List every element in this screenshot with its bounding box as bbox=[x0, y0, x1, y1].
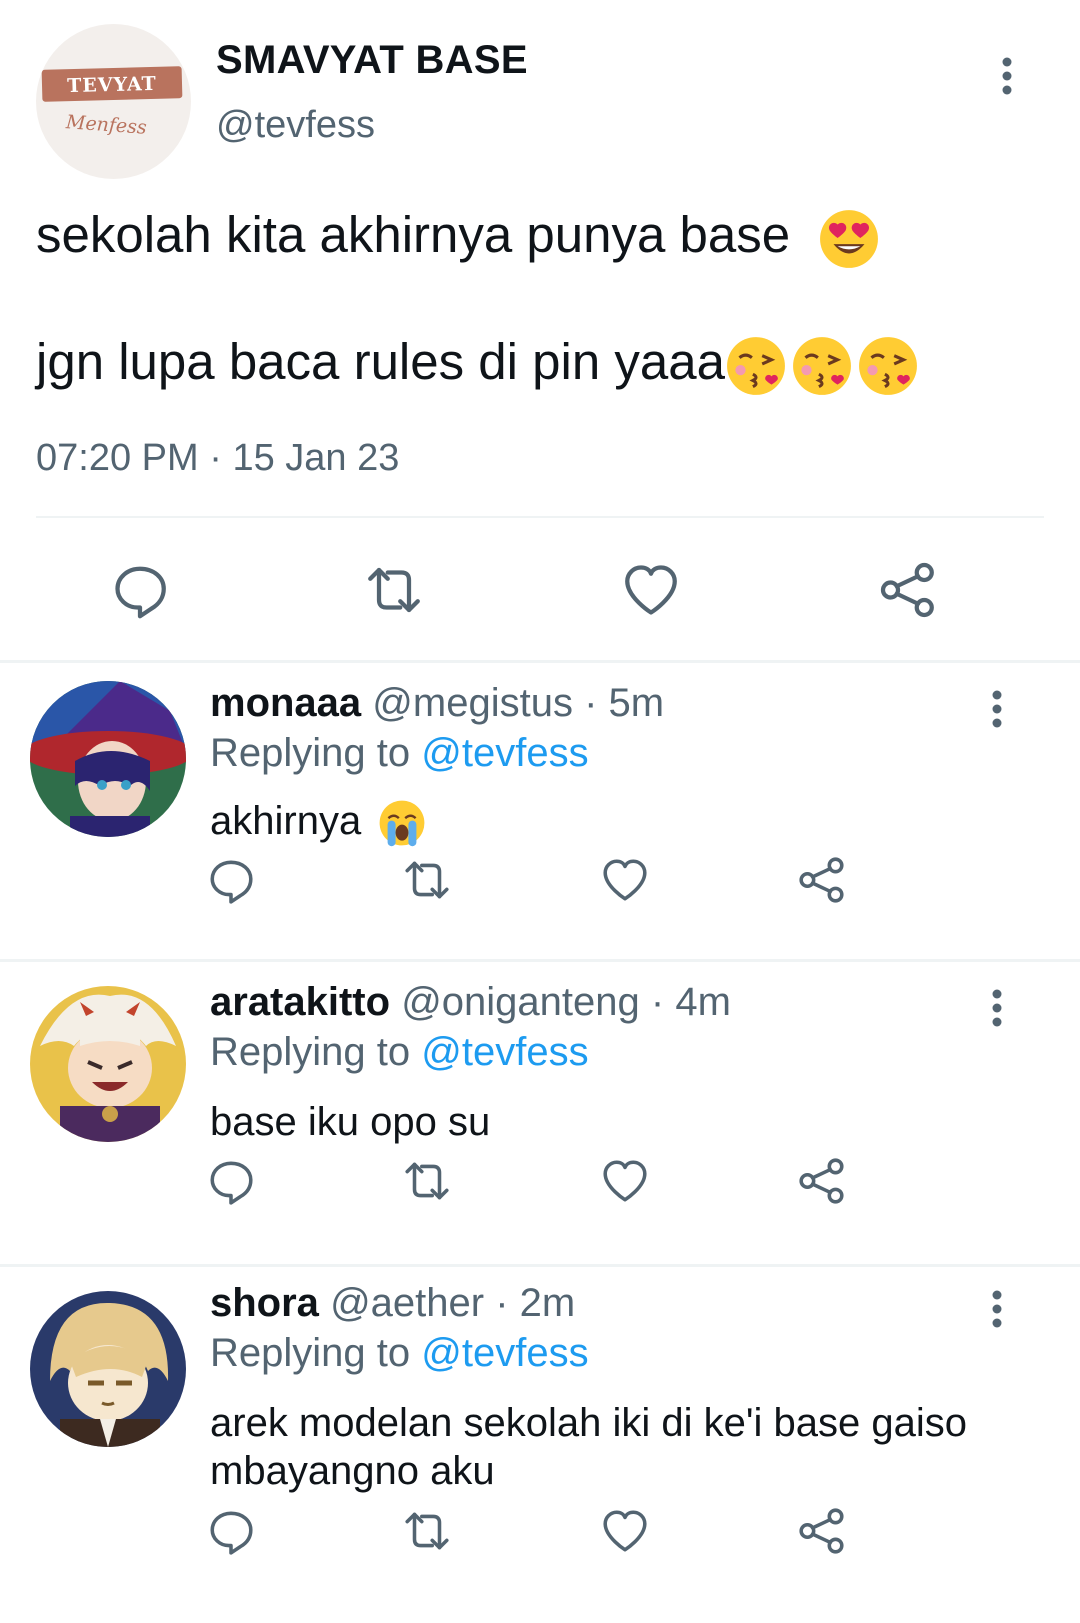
avatar[interactable] bbox=[30, 986, 186, 1142]
reply-body: akhirnya bbox=[210, 799, 362, 843]
more-options-icon[interactable] bbox=[1000, 56, 1014, 96]
reply-header: shora @aether · 2m bbox=[210, 1281, 575, 1326]
reply-icon[interactable] bbox=[206, 855, 256, 905]
kiss-emoji-icon bbox=[727, 336, 785, 395]
avatar-script-text: Menfess bbox=[65, 111, 148, 139]
replying-to-link[interactable]: @tevfess bbox=[421, 1331, 588, 1375]
main-tweet: TEVYAT Menfess SMAVYAT BASE @tevfess sek… bbox=[0, 0, 1080, 666]
kiss-emoji-icon bbox=[793, 336, 851, 395]
more-options-icon[interactable] bbox=[990, 689, 1004, 729]
handle[interactable]: @megistus bbox=[372, 681, 573, 725]
display-name[interactable]: shora bbox=[210, 1281, 319, 1325]
reply-time[interactable]: 2m bbox=[520, 1281, 576, 1325]
like-icon[interactable] bbox=[600, 855, 650, 905]
display-name[interactable]: monaaa bbox=[210, 681, 361, 725]
avatar-banner-text: TEVYAT bbox=[66, 72, 158, 98]
retweet-icon[interactable] bbox=[402, 1156, 452, 1206]
tweet-text: jgn lupa baca rules di pin yaaa bbox=[36, 333, 725, 390]
replying-to-label: Replying to bbox=[210, 731, 411, 775]
reply-tweet[interactable]: monaaa @megistus · 5m Replying to @tevfe… bbox=[0, 663, 1080, 959]
display-name[interactable]: aratakitto bbox=[210, 980, 390, 1024]
display-name[interactable]: SMAVYAT BASE bbox=[216, 38, 528, 83]
avatar[interactable] bbox=[30, 681, 186, 837]
handle[interactable]: @aether bbox=[330, 1281, 484, 1325]
retweet-icon[interactable] bbox=[402, 855, 452, 905]
handle[interactable]: @tevfess bbox=[216, 104, 375, 147]
reply-tweet[interactable]: shora @aether · 2m Replying to @tevfess … bbox=[0, 1267, 1080, 1623]
share-icon[interactable] bbox=[797, 1156, 847, 1206]
reply-icon[interactable] bbox=[206, 1506, 256, 1556]
reply-text: base iku opo su bbox=[210, 1100, 491, 1144]
more-options-icon[interactable] bbox=[990, 1289, 1004, 1329]
reply-text: akhirnya bbox=[210, 797, 1030, 847]
meta-separator: · bbox=[495, 1281, 509, 1325]
kiss-emoji-icon bbox=[859, 336, 917, 395]
avatar-banner: TEVYAT bbox=[41, 66, 183, 102]
replying-to-link[interactable]: @tevfess bbox=[421, 1030, 588, 1074]
replying-to-label: Replying to bbox=[210, 1331, 411, 1375]
reply-time[interactable]: 5m bbox=[609, 681, 665, 725]
reply-icon[interactable] bbox=[206, 1156, 256, 1206]
retweet-icon[interactable] bbox=[402, 1506, 452, 1556]
handle[interactable]: @oniganteng bbox=[401, 980, 640, 1024]
replying-to: Replying to @tevfess bbox=[210, 1331, 589, 1376]
heart-eyes-emoji-icon bbox=[820, 209, 879, 268]
share-icon[interactable] bbox=[797, 1506, 847, 1556]
replying-to-label: Replying to bbox=[210, 1030, 411, 1074]
like-icon[interactable] bbox=[600, 1506, 650, 1556]
like-icon[interactable] bbox=[600, 1156, 650, 1206]
reply-icon[interactable] bbox=[110, 560, 170, 620]
tweet-date: 15 Jan 23 bbox=[232, 437, 400, 479]
divider bbox=[36, 516, 1044, 518]
tweet-text-line-2: jgn lupa baca rules di pin yaaa bbox=[36, 331, 1036, 397]
reply-text: arek modelan sekolah iki di ke'i base ga… bbox=[210, 1401, 967, 1493]
meta-separator: · bbox=[650, 980, 665, 1024]
tweet-timestamp[interactable]: 07:20 PM · 15 Jan 23 bbox=[36, 437, 399, 480]
replying-to: Replying to @tevfess bbox=[210, 1030, 589, 1075]
reply-tweet[interactable]: aratakitto @oniganteng · 4m Replying to … bbox=[0, 962, 1080, 1262]
replying-to-link[interactable]: @tevfess bbox=[421, 731, 588, 775]
more-options-icon[interactable] bbox=[990, 988, 1004, 1028]
replying-to: Replying to @tevfess bbox=[210, 731, 589, 776]
share-icon[interactable] bbox=[797, 855, 847, 905]
meta-separator: · bbox=[584, 681, 598, 725]
crying-emoji-icon bbox=[379, 801, 425, 847]
share-icon[interactable] bbox=[878, 560, 938, 620]
avatar[interactable] bbox=[30, 1291, 186, 1447]
reply-header: aratakitto @oniganteng · 4m bbox=[210, 980, 731, 1025]
like-icon[interactable] bbox=[621, 560, 681, 620]
tweet-text: sekolah kita akhirnya punya base bbox=[36, 206, 791, 263]
tweet-time: 07:20 PM bbox=[36, 437, 199, 479]
retweet-icon[interactable] bbox=[364, 560, 424, 620]
reply-header: monaaa @megistus · 5m bbox=[210, 681, 664, 726]
timestamp-separator: · bbox=[209, 437, 222, 479]
reply-time[interactable]: 4m bbox=[675, 980, 731, 1024]
tweet-text-line-1: sekolah kita akhirnya punya base bbox=[36, 204, 1036, 270]
avatar[interactable]: TEVYAT Menfess bbox=[36, 24, 191, 179]
